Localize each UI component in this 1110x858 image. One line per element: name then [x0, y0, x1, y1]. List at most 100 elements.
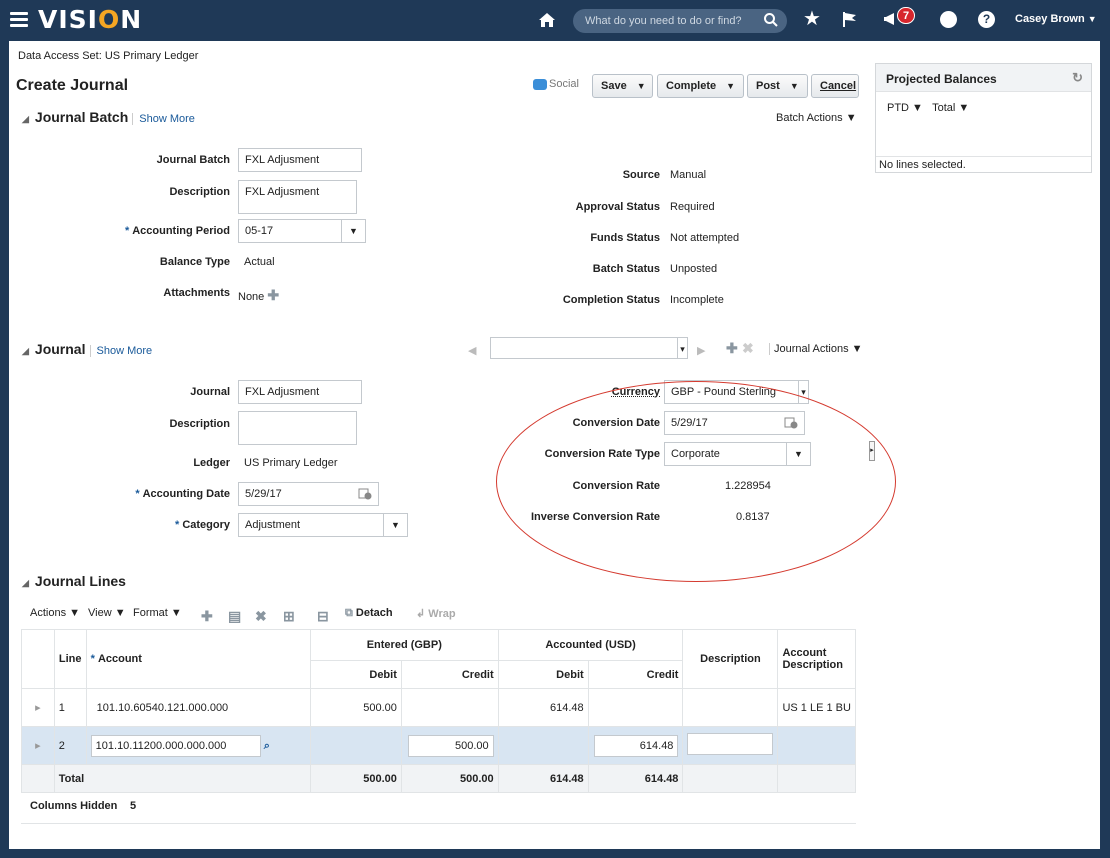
projected-balances-title: Projected Balances — [886, 72, 997, 86]
previous-journal-icon[interactable]: ◀ — [468, 344, 476, 357]
top-navigation-bar: VISION ★ 7 ? Casey Brown ▼ — [0, 0, 1110, 40]
add-attachment-icon[interactable]: ✚ — [267, 287, 279, 303]
account-input[interactable]: 101.10.11200.000.000.000 — [90, 734, 261, 757]
accounting-date-label: * Accounting Date — [135, 488, 230, 500]
expand-row-icon[interactable]: ▸ — [21, 688, 55, 727]
cancel-button[interactable]: Cancel — [811, 74, 859, 98]
hamburger-menu-icon[interactable] — [10, 9, 28, 29]
split-row-icon[interactable]: ⊞ — [283, 608, 295, 625]
post-button[interactable]: Post ▼ — [747, 74, 808, 98]
table-row[interactable]: ▸ 2 101.10.11200.000.000.000 ⌕ 500.00 61… — [21, 726, 856, 765]
user-menu[interactable]: Casey Brown ▼ — [1015, 13, 1097, 25]
accounted-debit-header[interactable]: Debit — [497, 660, 589, 689]
chevron-down-icon[interactable]: ▼ — [383, 514, 407, 536]
completion-status-label: Completion Status — [562, 294, 660, 306]
complete-button[interactable]: Complete ▼ — [657, 74, 744, 98]
account-description-column-header[interactable]: Account Description — [777, 629, 856, 689]
chevron-down-icon[interactable]: ▼ — [726, 81, 735, 91]
collapse-triangle-icon[interactable]: ◢ — [22, 114, 29, 124]
social-icon — [533, 78, 547, 90]
journal-lines-table: Line * Account Entered (GBP) Accounted (U… — [21, 629, 856, 793]
total-label: Total — [53, 764, 311, 793]
ptd-dropdown[interactable]: PTD ▼ — [887, 102, 923, 114]
balance-type-label: Balance Type — [159, 256, 230, 268]
calendar-icon[interactable] — [358, 487, 372, 500]
table-footer-divider — [21, 823, 856, 824]
view-menu[interactable]: View ▼ — [88, 607, 126, 619]
save-button[interactable]: Save ▼ — [592, 74, 653, 98]
actions-menu[interactable]: Actions ▼ — [30, 607, 80, 619]
delete-row-icon[interactable]: ✖ — [255, 608, 267, 625]
ledger-value: US Primary Ledger — [244, 457, 338, 469]
entered-credit-header[interactable]: Credit — [400, 660, 499, 689]
category-select[interactable]: Adjustment ▼ — [238, 513, 408, 537]
accounted-credit-cell: 614.48 — [587, 726, 684, 765]
journal-navigator-select[interactable]: ▾ — [490, 337, 688, 359]
flag-icon[interactable] — [841, 10, 859, 28]
wrap-button[interactable]: ↲ Wrap — [416, 607, 456, 620]
chevron-down-icon[interactable]: ▼ — [790, 81, 799, 91]
projected-balances-panel: Projected Balances ↻ PTD ▼ Total ▼ No lin… — [875, 63, 1092, 173]
expand-row-icon[interactable]: ▸ — [21, 726, 55, 765]
total-accounted-debit: 614.48 — [497, 764, 589, 793]
add-journal-icon[interactable]: ✚ — [726, 340, 738, 357]
collapse-triangle-icon[interactable]: ◢ — [22, 578, 29, 588]
entered-credit-input[interactable]: 500.00 — [407, 734, 494, 757]
journal-description-input[interactable] — [238, 411, 357, 445]
accounted-usd-header: Accounted (USD) — [497, 629, 684, 661]
accessibility-icon[interactable] — [940, 11, 957, 28]
favorites-star-icon[interactable]: ★ — [803, 9, 821, 29]
format-menu[interactable]: Format ▼ — [133, 607, 182, 619]
search-icon[interactable] — [763, 12, 779, 28]
columns-hidden-value: 5 — [130, 800, 137, 812]
batch-show-more-link[interactable]: Show More — [132, 113, 195, 125]
duplicate-row-icon[interactable]: ▤ — [228, 608, 241, 625]
next-journal-icon[interactable]: ▶ — [697, 344, 705, 357]
journal-show-more-link[interactable]: Show More — [89, 345, 153, 357]
journal-actions-menu[interactable]: Journal Actions ▼ — [769, 343, 863, 355]
account-column-header[interactable]: * Account — [85, 629, 311, 689]
batch-actions-menu[interactable]: Batch Actions ▼ — [776, 112, 857, 124]
description-column-header[interactable]: Description — [682, 629, 779, 689]
page-title: Create Journal — [16, 77, 129, 94]
source-label: Source — [622, 169, 660, 181]
delete-journal-icon[interactable]: ✖ — [742, 340, 754, 357]
add-row-icon[interactable]: ✚ — [201, 608, 213, 625]
account-description-cell — [777, 726, 856, 765]
home-icon[interactable] — [538, 11, 556, 29]
approval-status-label: Approval Status — [575, 201, 660, 213]
table-row[interactable]: ▸ 1 101.10.60540.121.000.000 500.00 614.… — [21, 688, 856, 727]
batch-status-label: Batch Status — [592, 263, 660, 275]
vision-logo[interactable]: VISION — [38, 5, 142, 34]
entered-debit-header[interactable]: Debit — [309, 660, 402, 689]
accounted-credit-input[interactable]: 614.48 — [594, 734, 679, 757]
detach-button[interactable]: ⧉ Detach — [345, 607, 393, 620]
accounted-credit-header[interactable]: Credit — [587, 660, 684, 689]
line-number: 1 — [53, 688, 87, 727]
journal-header: ◢ Journal Show More — [22, 341, 153, 357]
accounting-date-input[interactable]: 5/29/17 — [238, 482, 379, 506]
global-search[interactable] — [573, 9, 787, 33]
freeze-icon[interactable]: ⊟ — [317, 608, 329, 625]
search-input[interactable] — [583, 13, 753, 29]
chevron-down-icon[interactable]: ▼ — [637, 81, 646, 91]
journal-name-input[interactable]: FXL Adjusment — [238, 380, 362, 404]
accounted-debit-cell — [497, 726, 589, 765]
chevron-down-icon[interactable]: ▼ — [341, 220, 365, 242]
collapse-triangle-icon[interactable]: ◢ — [22, 346, 29, 356]
entered-debit-cell: 500.00 — [309, 688, 402, 727]
description-input[interactable] — [687, 733, 774, 755]
line-column-header[interactable]: Line — [53, 629, 87, 689]
batch-description-input[interactable]: FXL Adjusment — [238, 180, 357, 214]
journal-batch-input[interactable]: FXL Adjusment — [238, 148, 362, 172]
refresh-icon[interactable]: ↻ — [1072, 70, 1083, 86]
chevron-down-icon[interactable]: ▾ — [677, 338, 687, 358]
account-search-icon[interactable]: ⌕ — [264, 740, 270, 752]
social-link[interactable]: Social — [533, 78, 579, 90]
notification-count-badge[interactable]: 7 — [897, 7, 915, 24]
total-dropdown[interactable]: Total ▼ — [932, 102, 969, 114]
help-icon[interactable]: ? — [978, 11, 995, 28]
entered-credit-cell: 500.00 — [400, 726, 499, 765]
accounting-period-select[interactable]: 05-17 ▼ — [238, 219, 366, 243]
account-description-cell: US 1 LE 1 BU — [777, 688, 856, 727]
